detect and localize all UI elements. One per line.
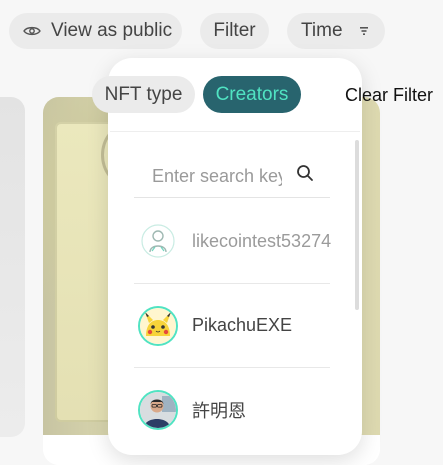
nft-card-left[interactable] — [0, 97, 25, 437]
time-sort-button[interactable]: Time — [287, 13, 385, 49]
creator-name: likecointest53274 — [192, 230, 332, 251]
eye-icon — [23, 25, 41, 37]
creator-name: PikachuEXE — [192, 315, 293, 335]
time-label: Time — [301, 20, 343, 41]
tab-nft-type[interactable]: NFT type — [92, 76, 195, 113]
creator-name: 許明恩 — [192, 400, 246, 421]
person-avatar — [138, 389, 178, 430]
search-icon[interactable] — [296, 164, 314, 182]
search-input[interactable] — [152, 162, 282, 190]
pikachu-avatar — [138, 305, 178, 346]
creator-item[interactable]: 許明恩 — [134, 367, 330, 451]
sort-icon — [359, 25, 369, 37]
tab-creators[interactable]: Creators — [203, 76, 301, 113]
tab-nft-type-label: NFT type — [104, 83, 183, 105]
default-avatar-icon — [138, 221, 178, 261]
filter-button[interactable]: Filter — [200, 13, 269, 49]
popover-scrollbar[interactable] — [355, 140, 359, 310]
clear-filter-button[interactable]: Clear Filter — [345, 85, 433, 106]
filter-label: Filter — [213, 20, 256, 41]
view-as-public-button[interactable]: View as public — [9, 13, 182, 49]
creator-search — [134, 156, 330, 198]
view-as-public-label: View as public — [51, 20, 173, 41]
creator-item[interactable]: PikachuEXE — [134, 283, 330, 367]
creator-item[interactable]: likecointest53274 — [134, 199, 332, 283]
tab-creators-label: Creators — [215, 83, 289, 105]
popover-divider — [110, 131, 360, 132]
